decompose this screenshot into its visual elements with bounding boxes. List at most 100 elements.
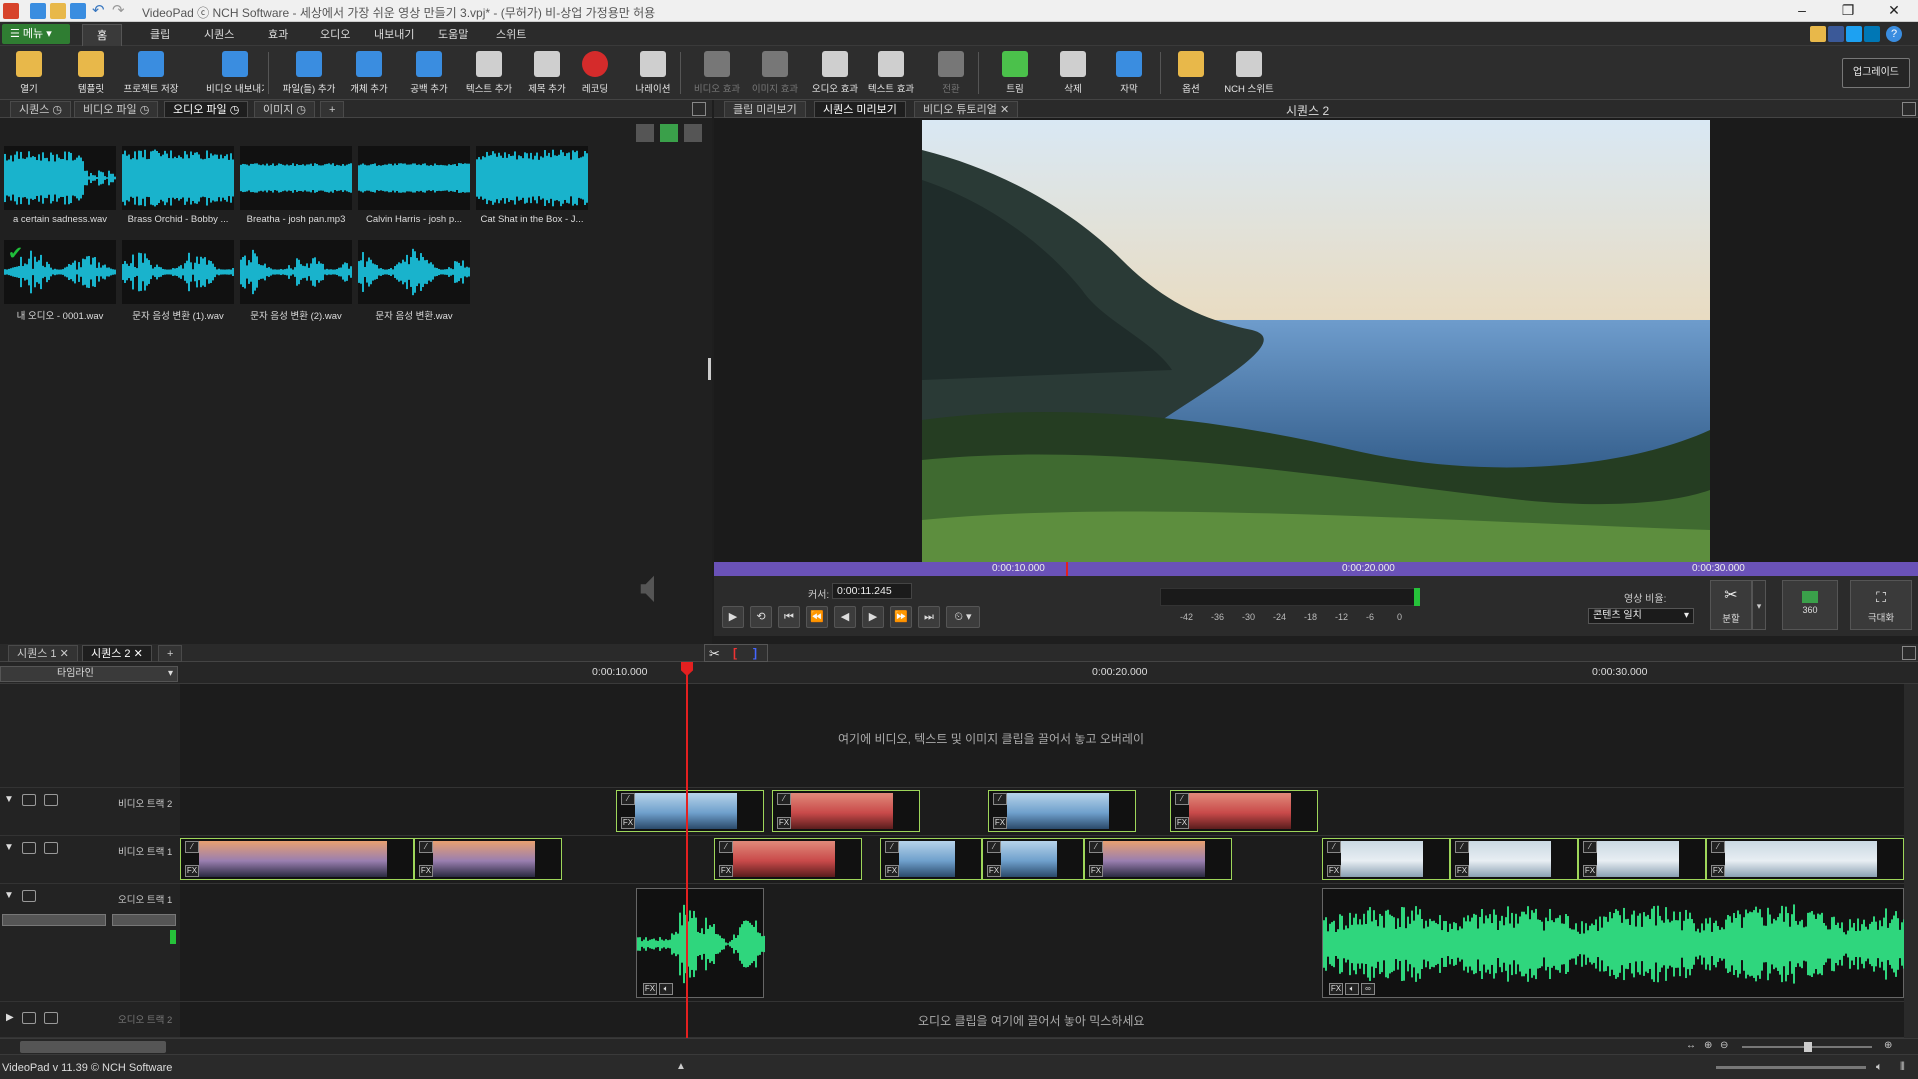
- facebook-icon[interactable]: [1828, 26, 1844, 42]
- video-clip[interactable]: FX ⁄: [1450, 838, 1578, 880]
- undock-icon[interactable]: [692, 102, 706, 116]
- tab-sequence[interactable]: 시퀀스: [190, 24, 248, 46]
- transition-icon[interactable]: ⁄: [1455, 841, 1469, 853]
- undock-timeline-icon[interactable]: [1902, 646, 1916, 660]
- video-clip[interactable]: FX ⁄: [180, 838, 414, 880]
- timeline-hscroll[interactable]: ↔ ⊕ ⊖ ⊕: [0, 1038, 1918, 1054]
- mark-out-icon[interactable]: ]: [753, 646, 757, 660]
- track-settings-icon[interactable]: [44, 1012, 58, 1024]
- video-clip[interactable]: FX ⁄: [880, 838, 982, 880]
- collapse-arrow-icon[interactable]: ▼: [4, 794, 14, 805]
- play-button[interactable]: ▶: [722, 606, 744, 628]
- bin-add-tab[interactable]: +: [320, 101, 345, 118]
- fx-icon[interactable]: FX: [1175, 817, 1189, 829]
- speaker-icon[interactable]: [22, 1012, 36, 1024]
- hscroll-thumb[interactable]: [20, 1041, 166, 1053]
- tab-effects[interactable]: 효과: [254, 24, 302, 46]
- tab-sequence-2[interactable]: 시퀀스 2 ✕: [82, 645, 152, 662]
- zoom-in-icon[interactable]: ⊕: [1704, 1040, 1712, 1051]
- fx-icon[interactable]: FX: [1583, 865, 1597, 877]
- fx-icon[interactable]: FX: [1455, 865, 1469, 877]
- like-icon[interactable]: [1810, 26, 1826, 42]
- tab-sequence-1[interactable]: 시퀀스 1 ✕: [8, 645, 78, 662]
- step-back-button[interactable]: ◀: [834, 606, 856, 628]
- bin-delete-icon[interactable]: [636, 124, 654, 142]
- next-frame-button[interactable]: ⏩: [890, 606, 912, 628]
- transition-icon[interactable]: ⁄: [993, 793, 1007, 805]
- bin-clip[interactable]: a certain sadness.wav: [4, 146, 116, 225]
- text-effect-button[interactable]: 텍스트 효과: [862, 49, 920, 97]
- restore-button[interactable]: ❐: [1826, 0, 1870, 22]
- bin-add-folder-icon[interactable]: [660, 124, 678, 142]
- help-icon[interactable]: ?: [1886, 26, 1902, 42]
- tab-suite[interactable]: 스위트: [482, 24, 540, 46]
- prev-frame-button[interactable]: ⏪: [806, 606, 828, 628]
- fullscreen-button[interactable]: ⛶ 극대화: [1850, 580, 1912, 630]
- meter-icon[interactable]: ⦀: [1900, 1061, 1905, 1074]
- video-clip[interactable]: FX ⁄: [982, 838, 1084, 880]
- video-effect-button[interactable]: 비디오 효과: [688, 49, 746, 97]
- tab-audio[interactable]: 오디오: [306, 24, 364, 46]
- zoom-out-icon[interactable]: ⊖: [1720, 1040, 1728, 1051]
- transition-icon[interactable]: ⁄: [719, 841, 733, 853]
- bin-clip[interactable]: 문자 음성 변환 (1).wav: [122, 240, 234, 322]
- bin-clip[interactable]: 문자 음성 변환.wav: [358, 240, 470, 322]
- close-button[interactable]: ✕: [1872, 0, 1916, 22]
- tab-home[interactable]: 홈: [82, 24, 123, 46]
- timeline-vscroll-top[interactable]: [1904, 684, 1918, 884]
- folder-open-button[interactable]: 열기: [0, 49, 58, 97]
- video-track-1[interactable]: FX ⁄ FX ⁄ FX ⁄ FX ⁄ FX ⁄ FX ⁄ FX ⁄ FX ⁄ FX ⁄ FX ⁄: [180, 836, 1904, 884]
- bin-clip[interactable]: Breatha - josh pan.mp3: [240, 146, 352, 225]
- bin-clip[interactable]: 문자 음성 변환 (2).wav: [240, 240, 352, 322]
- fx-icon[interactable]: FX: [987, 865, 1001, 877]
- fx-icon[interactable]: FX: [1089, 865, 1103, 877]
- transition-icon[interactable]: ⁄: [621, 793, 635, 805]
- cursor-time[interactable]: 0:00:11.245: [832, 583, 912, 599]
- video-track-2[interactable]: FX ⁄ FX ⁄ FX ⁄ FX ⁄: [180, 788, 1904, 836]
- speed-dropdown[interactable]: ⏲ ▾: [946, 606, 980, 628]
- speaker-icon[interactable]: [22, 890, 36, 902]
- image-effect-button[interactable]: 이미지 효과: [746, 49, 804, 97]
- fx-icon[interactable]: FX: [621, 817, 635, 829]
- fx-icon[interactable]: FX: [777, 817, 791, 829]
- template-button[interactable]: 템플릿: [62, 49, 120, 97]
- playhead[interactable]: [686, 662, 688, 1038]
- bin-clip[interactable]: Calvin Harris - josh p...: [358, 146, 470, 225]
- transition-icon[interactable]: ⁄: [1175, 793, 1189, 805]
- twitter-icon[interactable]: [1846, 26, 1862, 42]
- zoom-in-icon[interactable]: ⊕: [1884, 1040, 1892, 1051]
- record-button[interactable]: 레코딩: [566, 49, 624, 97]
- fit-icon[interactable]: ↔: [1686, 1040, 1696, 1051]
- tab-help[interactable]: 도움말: [424, 24, 482, 46]
- audio-track-2[interactable]: 오디오 클립을 여기에 끌어서 놓아 믹스하세요: [180, 1002, 1904, 1038]
- mark-in-icon[interactable]: [: [733, 646, 737, 660]
- tab-clip[interactable]: 클립: [136, 24, 184, 46]
- step-forward-button[interactable]: ▶: [862, 606, 884, 628]
- video-clip[interactable]: FX ⁄: [1706, 838, 1904, 880]
- upgrade-button[interactable]: 업그레이드: [1842, 58, 1910, 88]
- zoom-slider-thumb[interactable]: [1804, 1042, 1812, 1052]
- aspect-ratio-select[interactable]: 콘텐츠 일치 ▾: [1588, 608, 1694, 624]
- track-settings-icon[interactable]: [44, 842, 58, 854]
- subtitle-button[interactable]: 자막: [1100, 49, 1158, 97]
- transition-icon[interactable]: ⁄: [1583, 841, 1597, 853]
- video-clip[interactable]: FX ⁄: [616, 790, 764, 832]
- fx-icon[interactable]: FX: [185, 865, 199, 877]
- tab-export[interactable]: 내보내기: [360, 24, 428, 46]
- loop-button[interactable]: ⟲: [750, 606, 772, 628]
- timeline-ruler[interactable]: 타임라인 ▾ 0:00:10.000 0:00:20.000 0:00:30.00…: [0, 662, 1918, 684]
- add-blank-button[interactable]: 공백 추가: [400, 49, 458, 97]
- expand-arrow-icon[interactable]: ▶: [6, 1012, 14, 1023]
- video-clip[interactable]: FX ⁄: [1578, 838, 1706, 880]
- tab-video-tutorial[interactable]: 비디오 튜토리얼 ✕: [914, 101, 1019, 118]
- new-project-icon[interactable]: [30, 3, 46, 19]
- trim-button[interactable]: 트림: [986, 49, 1044, 97]
- audio-effect-button[interactable]: 오디오 효과: [806, 49, 864, 97]
- timeline-vscroll-bottom[interactable]: [1904, 884, 1918, 1038]
- scissors-icon[interactable]: ✂: [709, 646, 720, 662]
- tab-clip-preview[interactable]: 클립 미리보기: [724, 101, 806, 118]
- panel-toggle-icon[interactable]: ▲: [676, 1061, 686, 1072]
- collapse-arrow-icon[interactable]: ▼: [4, 890, 14, 901]
- audio-track-1[interactable]: FX 🔈︎ FX 🔈︎ ∞: [180, 884, 1905, 1002]
- clip-volume-icon[interactable]: 🔈︎: [659, 983, 673, 995]
